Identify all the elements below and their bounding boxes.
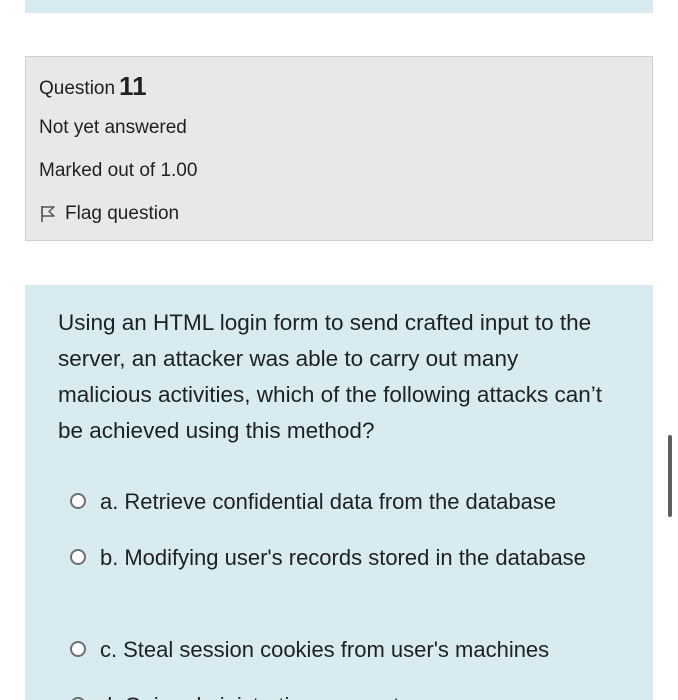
answer-text: Modifying user's records stored in the d… <box>124 545 586 570</box>
question-number: 11 <box>119 71 147 101</box>
previous-question-content <box>25 0 653 13</box>
answer-letter: c. <box>100 637 118 662</box>
answer-radio-a[interactable] <box>70 493 86 509</box>
answer-radio-c[interactable] <box>70 641 86 657</box>
answer-radio-b[interactable] <box>70 549 86 565</box>
answer-option-c[interactable]: c. Steal session cookies from user's mac… <box>70 632 630 668</box>
answer-text: Gain administrative access to ... <box>124 688 630 700</box>
answer-letter: d. <box>100 688 118 700</box>
question-content-panel: Using an HTML login form to send crafted… <box>25 285 653 700</box>
question-title: Question 11 <box>39 71 147 102</box>
question-info-panel: Question 11 Not yet answered Marked out o… <box>25 56 653 241</box>
flag-question-label: Flag question <box>65 203 180 224</box>
question-grade: Marked out of 1.00 <box>39 160 198 181</box>
question-state: Not yet answered <box>39 117 187 138</box>
scrollbar-thumb[interactable] <box>668 435 672 517</box>
answer-letter: a. <box>100 489 119 514</box>
quiz-page: Question 11 Not yet answered Marked out o… <box>0 0 678 700</box>
answer-text: Steal session cookies from user's machin… <box>123 637 550 662</box>
flag-question-link[interactable]: Flag question <box>39 203 179 225</box>
answer-letter: b. <box>100 545 119 570</box>
question-label: Question <box>39 78 116 99</box>
answer-option-a[interactable]: a. Retrieve confidential data from the d… <box>70 484 630 520</box>
question-text: Using an HTML login form to send crafted… <box>58 310 602 443</box>
answer-option-d[interactable]: d. Gain administrative access to ... <box>70 688 630 700</box>
answer-option-b[interactable]: b. Modifying user's records stored in th… <box>70 540 630 576</box>
flag-icon <box>41 206 55 222</box>
answer-text: Retrieve confidential data from the data… <box>124 489 557 514</box>
